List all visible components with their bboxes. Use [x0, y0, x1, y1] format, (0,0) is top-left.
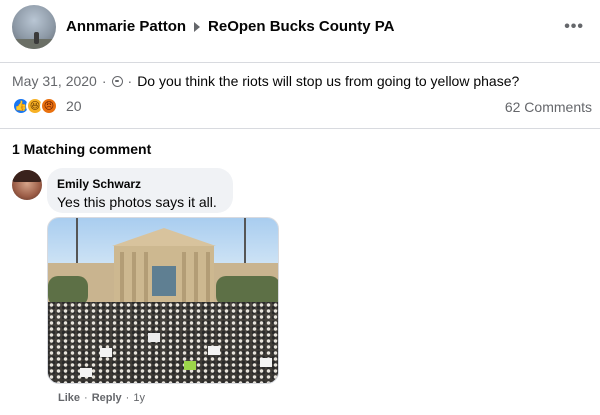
building-column — [144, 252, 148, 302]
post-meta-line: May 31, 2020 · · Do you think the riots … — [12, 73, 519, 89]
post-text: Do you think the riots will stop us from… — [137, 73, 520, 89]
commenter-name[interactable]: Emily Schwarz — [57, 177, 223, 191]
commenter-avatar[interactable] — [12, 170, 42, 200]
protest-sign — [208, 346, 220, 355]
post-header: Annmarie Patton ReOpen Bucks County PA •… — [0, 0, 600, 60]
action-separator: · — [125, 392, 130, 404]
angry-icon: 😠 — [40, 97, 58, 115]
protest-sign — [184, 361, 196, 370]
building-column — [206, 252, 210, 302]
building-entrance — [152, 266, 176, 296]
reactions-summary[interactable]: 👍 😆 😠 20 — [12, 97, 82, 115]
protest-sign — [100, 348, 112, 357]
author-avatar[interactable] — [12, 5, 56, 49]
ellipsis-icon[interactable]: ••• — [564, 18, 584, 36]
meta-separator: · — [127, 73, 133, 89]
matching-comments-heading: 1 Matching comment — [12, 141, 152, 157]
reply-link[interactable]: Reply — [92, 392, 122, 404]
comment-time[interactable]: 1y — [133, 392, 145, 404]
protest-sign — [80, 368, 92, 377]
group-name[interactable]: ReOpen Bucks County PA — [208, 18, 394, 35]
comment-actions: Like · Reply · 1y — [58, 392, 145, 404]
protest-sign — [260, 358, 272, 367]
avatar-figure — [34, 32, 39, 44]
building-column — [182, 252, 186, 302]
meta-separator: · — [101, 73, 107, 89]
crowd-photo[interactable] — [47, 217, 279, 384]
comment-text: Yes this photos says it all. — [57, 194, 217, 210]
building-pediment — [112, 228, 216, 246]
building-column — [132, 252, 136, 302]
caret-right-icon — [194, 21, 201, 32]
building-column — [194, 252, 198, 302]
author-name[interactable]: Annmarie Patton — [66, 18, 186, 35]
reactions-divider — [0, 128, 600, 129]
post-date[interactable]: May 31, 2020 — [12, 73, 97, 89]
action-separator: · — [84, 392, 88, 404]
avatar-hair — [12, 170, 42, 182]
like-link[interactable]: Like — [58, 392, 80, 404]
header-divider — [0, 62, 600, 63]
reaction-count: 20 — [66, 98, 82, 114]
globe-icon — [111, 75, 123, 87]
comment-bubble: Emily Schwarz Yes this photos says it al… — [47, 168, 233, 213]
header-names: Annmarie Patton ReOpen Bucks County PA — [66, 18, 394, 35]
comments-count[interactable]: 62 Comments — [505, 99, 592, 115]
protest-sign — [148, 333, 160, 342]
building-column — [120, 252, 124, 302]
